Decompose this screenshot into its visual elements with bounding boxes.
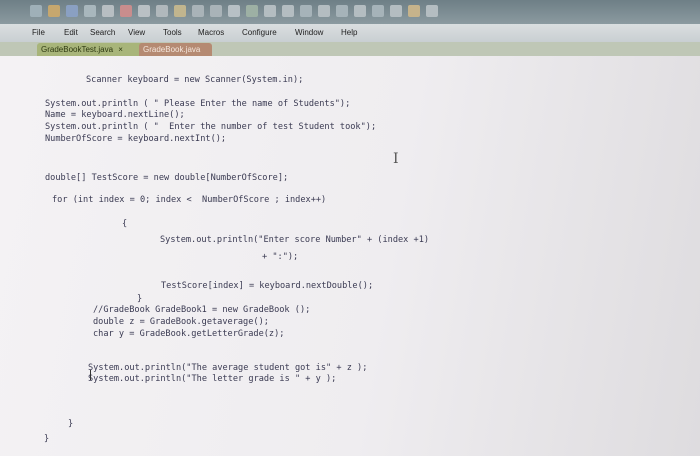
menu-macros[interactable]: Macros [198, 28, 224, 37]
code-line: //GradeBook GradeBook1 = new GradeBook (… [93, 305, 311, 315]
cut-icon[interactable] [138, 5, 150, 17]
code-line: { [122, 219, 128, 229]
debug-icon[interactable] [390, 5, 402, 17]
code-line: System.out.println("The letter grade is … [88, 374, 337, 384]
compile-icon[interactable] [354, 5, 366, 17]
find-icon[interactable] [228, 5, 240, 17]
code-line: } [68, 419, 74, 429]
java-icon[interactable] [336, 5, 348, 17]
outdent-icon[interactable] [282, 5, 294, 17]
tab-gradebook[interactable]: GradeBook.java [139, 43, 212, 56]
menu-help[interactable]: Help [341, 28, 357, 37]
text-caret [90, 370, 91, 380]
menu-tools[interactable]: Tools [163, 28, 182, 37]
code-line: char y = GradeBook.getLetterGrade(z); [93, 329, 285, 339]
code-line: TestScore[index] = keyboard.nextDouble()… [161, 281, 374, 291]
replace-icon[interactable] [246, 5, 258, 17]
code-line: Scanner keyboard = new Scanner(System.in… [86, 75, 304, 85]
tab-bar: GradeBookTest.java × GradeBook.java [0, 42, 700, 56]
menu-configure[interactable]: Configure [242, 28, 277, 37]
save-icon[interactable] [66, 5, 78, 17]
copy-icon[interactable] [156, 5, 168, 17]
run-icon[interactable] [372, 5, 384, 17]
open-folder-icon[interactable] [48, 5, 60, 17]
code-line: System.out.println("Enter score Number" … [160, 235, 430, 245]
code-line: System.out.println ( " Please Enter the … [45, 99, 351, 109]
paste-icon[interactable] [174, 5, 186, 17]
menu-bar: File Edit Search View Tools Macros Confi… [0, 24, 700, 42]
code-line: NumberOfScore = keyboard.nextInt(); [45, 134, 227, 144]
help-icon[interactable] [426, 5, 438, 17]
code-line: System.out.println("The average student … [88, 363, 368, 373]
toolbar [0, 0, 700, 24]
menu-edit[interactable]: Edit [64, 28, 78, 37]
code-line: Name = keyboard.nextLine(); [45, 110, 185, 120]
code-line: double[] TestScore = new double[NumberOf… [45, 173, 289, 183]
uncomment-icon[interactable] [318, 5, 330, 17]
comment-icon[interactable] [300, 5, 312, 17]
print-icon[interactable] [102, 5, 114, 17]
settings-icon[interactable] [408, 5, 420, 17]
ibeam-cursor-icon: I [393, 151, 399, 167]
new-file-icon[interactable] [30, 5, 42, 17]
code-line: System.out.println ( " Enter the number … [45, 122, 377, 132]
undo-icon[interactable] [192, 5, 204, 17]
close-tab-icon[interactable]: × [118, 45, 123, 54]
menu-search[interactable]: Search [90, 28, 115, 37]
code-line: } [44, 434, 50, 444]
menu-view[interactable]: View [128, 28, 145, 37]
redo-icon[interactable] [210, 5, 222, 17]
menu-file[interactable]: File [32, 28, 45, 37]
code-line: double z = GradeBook.getaverage(); [93, 317, 269, 327]
code-line: } [137, 294, 143, 304]
indent-icon[interactable] [264, 5, 276, 17]
code-editor[interactable]: Scanner keyboard = new Scanner(System.in… [0, 56, 700, 456]
tab-gradebooktest[interactable]: GradeBookTest.java × [37, 43, 145, 56]
close-file-icon[interactable] [120, 5, 132, 17]
tab-label: GradeBook.java [143, 45, 201, 54]
code-line: + ":"); [262, 252, 299, 262]
code-line: for (int index = 0; index < NumberOfScor… [52, 195, 327, 205]
menu-window[interactable]: Window [295, 28, 323, 37]
tab-label: GradeBookTest.java [41, 45, 114, 54]
save-all-icon[interactable] [84, 5, 96, 17]
